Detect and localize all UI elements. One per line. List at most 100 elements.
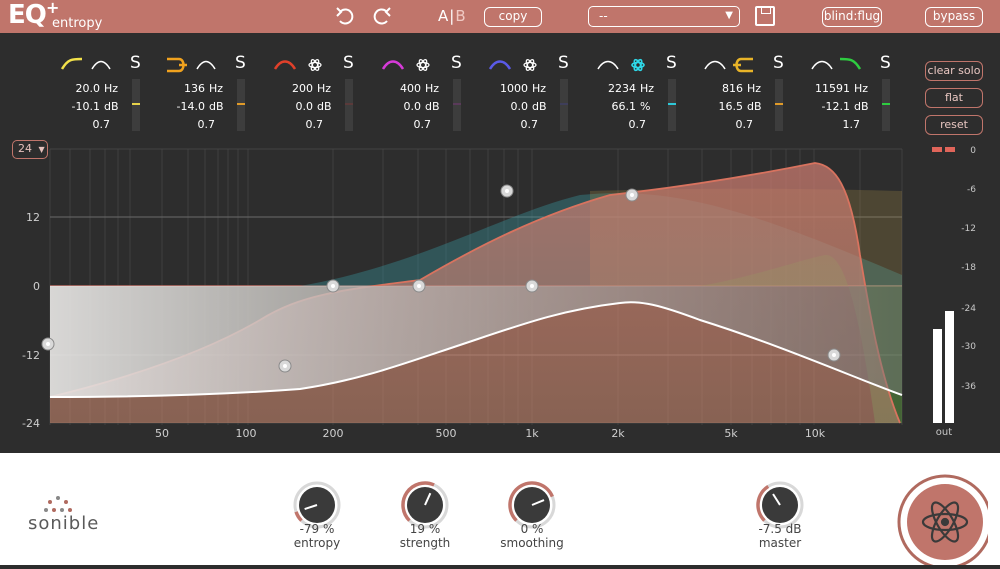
gain-value[interactable]: -14.0 [145, 100, 205, 113]
out-scale-label: -36 [961, 382, 976, 392]
ab-a[interactable]: A [438, 7, 449, 25]
meter-tick [132, 103, 140, 105]
gain-value[interactable]: 16.5 [683, 100, 744, 113]
band-node-2[interactable] [278, 359, 292, 373]
save-icon[interactable] [755, 6, 775, 26]
band-node-3[interactable] [326, 279, 340, 293]
band-node-1[interactable] [41, 337, 55, 351]
q-value[interactable]: 0.7 [50, 118, 111, 131]
out-meter-left [933, 329, 942, 423]
band-node-4[interactable] [412, 279, 426, 293]
gain-label: -12 [22, 349, 40, 362]
band-7[interactable]: S 816 Hz 16.5 dB 0.7 [703, 53, 793, 135]
copy-button[interactable]: copy [484, 7, 542, 27]
out-scale-label: 0 [970, 146, 976, 156]
freq-unit: Hz [532, 82, 547, 95]
band-node-7[interactable] [625, 188, 639, 202]
band-4[interactable]: S 400 Hz 0.0 dB 0.7 [381, 53, 471, 135]
band-2[interactable]: S 136 Hz -14.0 dB 0.7 [165, 53, 255, 135]
knob-smoothing[interactable]: 0 % smoothing [487, 465, 577, 550]
band-8[interactable]: S 11591 Hz -12.1 dB 1.7 [810, 53, 900, 135]
band-1[interactable]: S 20.0 Hz -10.1 dB 0.7 [60, 53, 150, 135]
freq-unit: Hz [317, 82, 332, 95]
band-meter [237, 79, 245, 131]
freq-value[interactable]: 816 [683, 82, 743, 95]
undo-icon[interactable] [334, 5, 358, 27]
eq-graph[interactable]: 12 0 -12 -24 50 100 200 500 1k 2k 5k 10k 0 -6 -12 -18… [0, 145, 1000, 445]
meter-tick [453, 103, 461, 105]
band-shape-icon[interactable] [596, 55, 660, 75]
freq-value[interactable]: 136 [145, 82, 205, 95]
solo-button[interactable]: S [343, 53, 354, 73]
band-6[interactable]: S 2234 Hz 66.1% 0.7 [596, 53, 686, 135]
band-node-6[interactable] [525, 279, 539, 293]
band-shape-icon[interactable] [273, 55, 337, 75]
q-value[interactable]: 0.7 [586, 118, 647, 131]
logo-dot [44, 508, 48, 512]
freq-label: 500 [436, 427, 457, 440]
band-shape-icon[interactable] [165, 55, 229, 75]
q-value[interactable]: 0.7 [263, 118, 324, 131]
preset-select[interactable]: -- ▼ [588, 6, 740, 27]
meter-tick [345, 103, 353, 105]
ab-b[interactable]: B [455, 7, 466, 25]
out-scale-label: -24 [961, 304, 976, 314]
band-node-5[interactable] [500, 184, 514, 198]
band-meter [775, 79, 783, 131]
band-shape-icon[interactable] [381, 55, 445, 75]
reset-button[interactable]: reset [925, 115, 983, 135]
q-value[interactable]: 0.7 [371, 118, 432, 131]
solo-button[interactable]: S [880, 53, 891, 73]
solo-button[interactable]: S [558, 53, 569, 73]
flat-button[interactable]: flat [925, 88, 983, 108]
band-shape-icon[interactable] [810, 55, 874, 75]
band-meter [882, 79, 890, 131]
band-meter [345, 79, 353, 131]
entropy-engine-button[interactable] [893, 470, 993, 569]
knob-entropy[interactable]: -79 % entropy [272, 465, 362, 550]
ab-compare[interactable]: A|B [438, 7, 467, 25]
freq-label: 50 [155, 427, 169, 440]
redo-icon[interactable] [369, 5, 393, 27]
band-5[interactable]: S 1000 Hz 0.0 dB 0.7 [488, 53, 578, 135]
meter-tick [882, 103, 890, 105]
clear-solo-button[interactable]: clear solo [925, 61, 983, 81]
knob-strength[interactable]: 19 % strength [380, 465, 470, 550]
band-node-8[interactable] [827, 348, 841, 362]
q-value[interactable]: 0.7 [155, 118, 216, 131]
gain-value[interactable]: -10.1 [40, 100, 100, 113]
out-scale-label: -6 [967, 185, 976, 195]
band-shape-icon[interactable] [60, 55, 124, 75]
band-shape-icon[interactable] [703, 55, 767, 75]
freq-value[interactable]: 11591 [790, 82, 850, 95]
band-shape-icon[interactable] [488, 55, 552, 75]
q-value[interactable]: 0.7 [478, 118, 539, 131]
freq-unit: Hz [104, 82, 119, 95]
freq-value[interactable]: 2234 [576, 82, 636, 95]
clip-led-left [932, 147, 942, 152]
gain-value[interactable]: 0.0 [253, 100, 314, 113]
q-value[interactable]: 1.7 [800, 118, 861, 131]
gain-value[interactable]: 66.1 [576, 100, 637, 113]
freq-value[interactable]: 400 [361, 82, 421, 95]
solo-button[interactable]: S [451, 53, 462, 73]
gain-value[interactable]: -12.1 [790, 100, 850, 113]
meter-tick [775, 103, 783, 105]
solo-button[interactable]: S [235, 53, 246, 73]
knob-master[interactable]: -7.5 dB master [735, 465, 825, 550]
freq-value[interactable]: 20.0 [40, 82, 101, 95]
q-value[interactable]: 0.7 [693, 118, 754, 131]
band-3[interactable]: S 200 Hz 0.0 dB 0.7 [273, 53, 363, 135]
gain-value[interactable]: 0.0 [361, 100, 422, 113]
freq-value[interactable]: 1000 [468, 82, 528, 95]
blind-flug-button[interactable]: blind:flug [822, 7, 882, 27]
freq-value[interactable]: 200 [253, 82, 313, 95]
gain-unit: dB [747, 100, 762, 113]
logo-dot [60, 508, 64, 512]
solo-button[interactable]: S [130, 53, 141, 73]
freq-unit: Hz [640, 82, 655, 95]
bypass-button[interactable]: bypass [925, 7, 983, 27]
solo-button[interactable]: S [666, 53, 677, 73]
solo-button[interactable]: S [773, 53, 784, 73]
gain-value[interactable]: 0.0 [468, 100, 529, 113]
